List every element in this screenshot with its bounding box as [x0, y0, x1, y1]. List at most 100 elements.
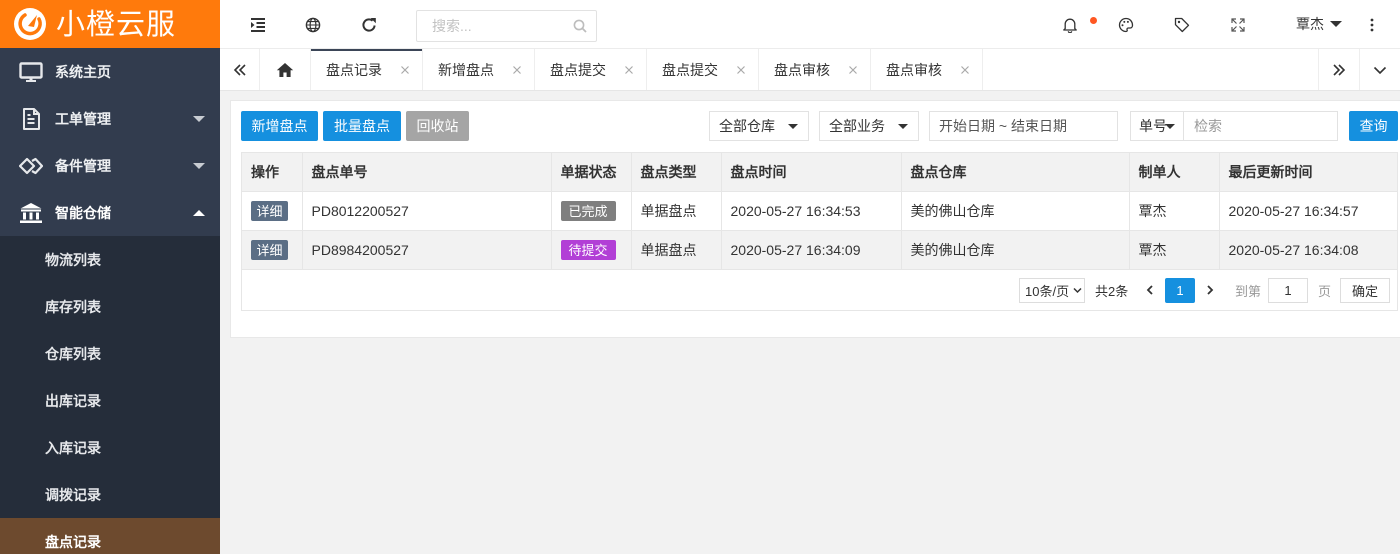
keyword-input[interactable]: [1184, 111, 1338, 141]
close-icon[interactable]: [960, 65, 970, 75]
warehouse-select[interactable]: 全部仓库: [709, 111, 809, 141]
detail-button[interactable]: 详细: [251, 200, 288, 221]
tab-label: 盘点记录: [326, 61, 382, 78]
search-icon[interactable]: [573, 19, 587, 33]
goto-confirm-button[interactable]: 确定: [1340, 277, 1390, 303]
table-cell-status: 待提交: [551, 230, 632, 270]
sidebar-subitem-outbound-records[interactable]: 出库记录: [0, 377, 220, 424]
caret-down-icon: [193, 116, 205, 122]
user-menu[interactable]: 覃杰: [1296, 0, 1342, 48]
tab-scroll-left-button[interactable]: [220, 49, 260, 90]
refresh-button[interactable]: [361, 17, 377, 33]
sidebar-subitem-stocktake-records[interactable]: 盘点记录: [0, 518, 220, 554]
table-cell-order-no: PD8984200527: [302, 230, 552, 270]
refresh-icon: [362, 18, 376, 32]
tab-home[interactable]: [260, 49, 311, 90]
page-size-select[interactable]: 10条/页: [1019, 277, 1085, 303]
column-header-creator: 制单人: [1129, 153, 1220, 192]
sidebar-subitem-inbound-records[interactable]: 入库记录: [0, 424, 220, 471]
language-button[interactable]: [305, 17, 321, 33]
pagination: 10条/页 共2条 1 到第 页 确定: [242, 270, 1397, 312]
sidebar-item-label: 系统主页: [55, 63, 111, 80]
notifications-button[interactable]: [1062, 17, 1078, 33]
close-icon[interactable]: [736, 65, 746, 75]
column-header-status: 单据状态: [551, 153, 632, 192]
sidebar-subitem-logistics-list[interactable]: 物流列表: [0, 236, 220, 283]
table-cell-updated: 2020-05-27 16:34:57: [1219, 191, 1397, 231]
double-chevron-left-icon: [233, 63, 246, 76]
table-cell-creator: 覃杰: [1129, 191, 1220, 231]
bell-icon: [1063, 18, 1077, 33]
user-name: 覃杰: [1296, 16, 1324, 32]
table-cell-time: 2020-05-27 16:34:53: [721, 191, 902, 231]
column-header-type: 盘点类型: [631, 153, 722, 192]
sidebar-item-system-home[interactable]: 系统主页: [0, 48, 220, 95]
tab-add-stocktake[interactable]: 新增盘点: [423, 49, 535, 90]
search-input[interactable]: [417, 11, 596, 41]
table-cell-status: 已完成: [551, 191, 632, 231]
search-box: [416, 10, 597, 42]
column-header-action: 操作: [242, 153, 303, 192]
sidebar-item-smart-warehouse[interactable]: 智能仓储: [0, 189, 220, 236]
table-cell-order-no: PD8012200527: [302, 191, 552, 231]
close-icon[interactable]: [512, 65, 522, 75]
tab-label: 盘点提交: [550, 61, 606, 78]
sidebar-subitem-inventory-list[interactable]: 库存列表: [0, 283, 220, 330]
tab-scroll-right-button[interactable]: [1318, 49, 1359, 90]
fullscreen-button[interactable]: [1230, 17, 1246, 33]
close-icon[interactable]: [624, 65, 634, 75]
total-count: 共2条: [1095, 283, 1129, 299]
sidebar-item-label: 智能仓储: [55, 204, 111, 221]
sidebar-subitem-transfer-records[interactable]: 调拨记录: [0, 471, 220, 518]
goto-page-input[interactable]: [1268, 277, 1308, 303]
theme-button[interactable]: [1118, 17, 1134, 33]
query-button[interactable]: 查询: [1349, 111, 1398, 141]
tab-bar: 盘点记录 新增盘点 盘点提交 盘点提交 盘点审核 盘点审核: [220, 49, 1400, 91]
prev-page-button[interactable]: [1145, 278, 1155, 303]
chevron-down-icon: [1373, 66, 1387, 74]
tab-label: 盘点审核: [886, 61, 942, 78]
caret-down-icon: [788, 124, 798, 129]
stocktake-panel: 新增盘点 批量盘点 回收站 全部仓库 全部业务 单号 查询 操作 盘点单号 单据…: [230, 100, 1400, 338]
tab-stocktake-submit-2[interactable]: 盘点提交: [647, 49, 759, 90]
caret-down-icon: [898, 124, 908, 129]
more-button[interactable]: [1364, 17, 1380, 33]
collapse-sidebar-button[interactable]: [250, 17, 266, 33]
date-range-input[interactable]: [929, 111, 1118, 141]
add-stocktake-button[interactable]: 新增盘点: [241, 111, 318, 141]
logo[interactable]: 小橙云服: [0, 0, 220, 48]
table-cell-action: 详细: [242, 191, 303, 231]
page-button-current[interactable]: 1: [1165, 277, 1195, 303]
chain-icon: [19, 154, 43, 178]
search-field-value: 单号: [1139, 118, 1167, 134]
search-field-select[interactable]: 单号: [1130, 111, 1184, 141]
sidebar-subitem-warehouse-list[interactable]: 仓库列表: [0, 330, 220, 377]
close-icon[interactable]: [848, 65, 858, 75]
tab-stocktake-records[interactable]: 盘点记录: [311, 49, 423, 90]
detail-button[interactable]: 详细: [251, 239, 288, 260]
stocktake-table: 操作 盘点单号 单据状态 盘点类型 盘点时间 盘点仓库 制单人 最后更新时间 详…: [241, 152, 1398, 311]
table-row: 详细 PD8984200527 待提交 单据盘点 2020-05-27 16:3…: [242, 230, 1397, 270]
sidebar-item-spare-parts[interactable]: 备件管理: [0, 142, 220, 189]
tab-stocktake-submit[interactable]: 盘点提交: [535, 49, 647, 90]
sidebar-item-work-orders[interactable]: 工单管理: [0, 95, 220, 142]
tab-menu-button[interactable]: [1359, 49, 1400, 90]
warehouse-select-value: 全部仓库: [719, 118, 775, 134]
goto-label: 到第: [1235, 283, 1262, 299]
tab-stocktake-review-2[interactable]: 盘点审核: [871, 49, 983, 90]
sidebar-item-label: 备件管理: [55, 157, 111, 174]
tab-label: 盘点审核: [774, 61, 830, 78]
close-icon[interactable]: [400, 65, 410, 75]
business-select[interactable]: 全部业务: [819, 111, 919, 141]
home-icon: [276, 62, 294, 77]
recycle-bin-button[interactable]: 回收站: [406, 111, 469, 141]
next-page-button[interactable]: [1205, 278, 1215, 303]
tab-stocktake-review[interactable]: 盘点审核: [759, 49, 871, 90]
table-cell-updated: 2020-05-27 16:34:08: [1219, 230, 1397, 270]
chevron-left-icon: [1146, 285, 1153, 295]
logo-text: 小橙云服: [56, 6, 177, 41]
tags-button[interactable]: [1174, 17, 1190, 33]
batch-stocktake-button[interactable]: 批量盘点: [323, 111, 401, 141]
table-cell-warehouse: 美的佛山仓库: [901, 191, 1130, 231]
tab-label: 盘点提交: [662, 61, 718, 78]
